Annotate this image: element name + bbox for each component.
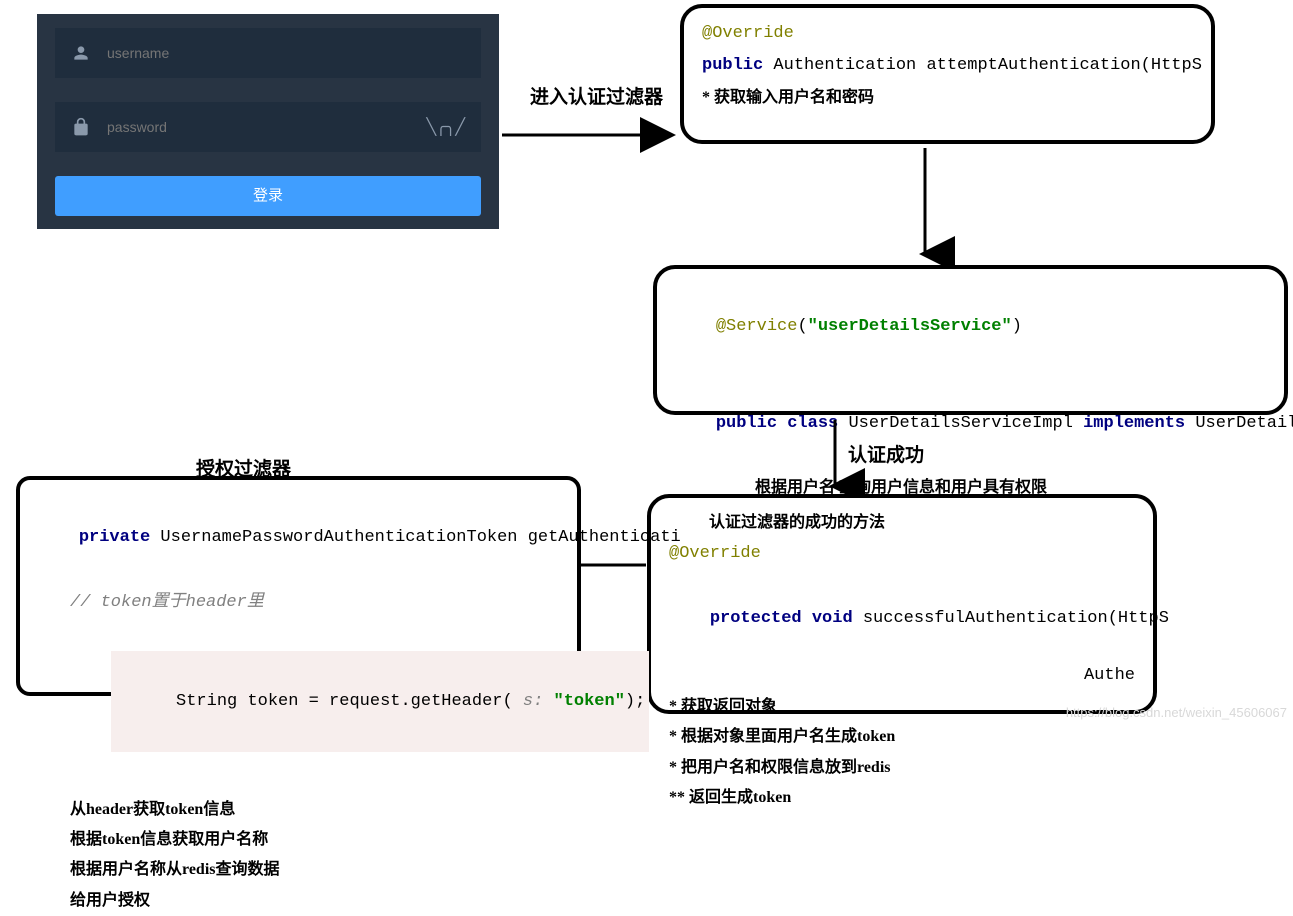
box4-b2: 根据token信息获取用户名称 [70,825,559,855]
paren-close: ) [1012,317,1022,336]
successful-auth-box: 认证过滤器的成功的方法 @Override protected void suc… [647,494,1157,714]
watermark: https://blog.csdn.net/weixin_45606067 [1066,705,1287,720]
implements-keyword: implements [1083,414,1185,433]
space [543,692,553,711]
login-button[interactable]: 登录 [55,176,481,216]
interface-name: UserDetailsService [1185,414,1293,433]
box4-b3: 根据用户名称从redis查询数据 [70,855,559,885]
code-text: ); [625,692,645,711]
box1-bullet: * 获取输入用户名和密码 [702,83,1193,113]
service-name-string: "userDetailsService" [808,317,1012,336]
public-keyword: public [702,56,763,75]
lock-icon [71,117,91,137]
paren-open: ( [797,317,807,336]
class-name: UserDetailsServiceImpl [848,414,1083,433]
box3-b2: * 根据对象里面用户名生成token [669,722,1135,752]
user-icon [71,43,91,63]
public-keyword: public [716,414,777,433]
username-field[interactable] [55,28,481,78]
box4-b4: 给用户授权 [70,886,559,916]
arrow-box1-to-box2 [905,146,945,266]
code-text: String token = request.getHeader( [176,692,523,711]
string-literal: "token" [554,692,625,711]
override-annotation: @Override [702,24,794,43]
private-keyword: private [79,528,150,547]
box3-title: 认证过滤器的成功的方法 [709,508,1135,538]
void-keyword: void [802,609,863,628]
box3-b4: ** 返回生成token [669,783,1135,813]
password-input[interactable] [105,118,426,136]
box3-b3: * 把用户名和权限信息放到redis [669,753,1135,783]
service-annotation: @Service [716,317,798,336]
login-form: ╲╭╮╱ 登录 [37,14,499,229]
arrow3-label: 认证成功 [848,440,924,467]
protected-keyword: protected [710,609,802,628]
arrow-login-to-filter [500,115,680,155]
override-annotation: @Override [669,544,761,563]
eye-closed-icon[interactable]: ╲╭╮╱ [426,117,465,137]
method-signature: UsernamePasswordAuthenticationToken getA… [150,528,681,547]
comment: // token置于header里 [70,593,264,612]
attempt-auth-box: @Override public Authentication attemptA… [680,4,1215,144]
param-hint: s: [523,692,543,711]
box4-b1: 从header获取token信息 [70,795,559,825]
arrow1-label: 进入认证过滤器 [530,82,663,109]
username-input[interactable] [105,44,465,62]
method-tail: Authe [1084,666,1135,685]
password-field[interactable]: ╲╭╮╱ [55,102,481,152]
user-details-service-box: @Service("userDetailsService") public cl… [653,265,1288,415]
method-name: successfulAuthentication(HttpS [863,609,1169,628]
authorization-filter-box: private UsernamePasswordAuthenticationTo… [16,476,581,696]
method-signature: Authentication attemptAuthentication(Htt… [763,56,1202,75]
